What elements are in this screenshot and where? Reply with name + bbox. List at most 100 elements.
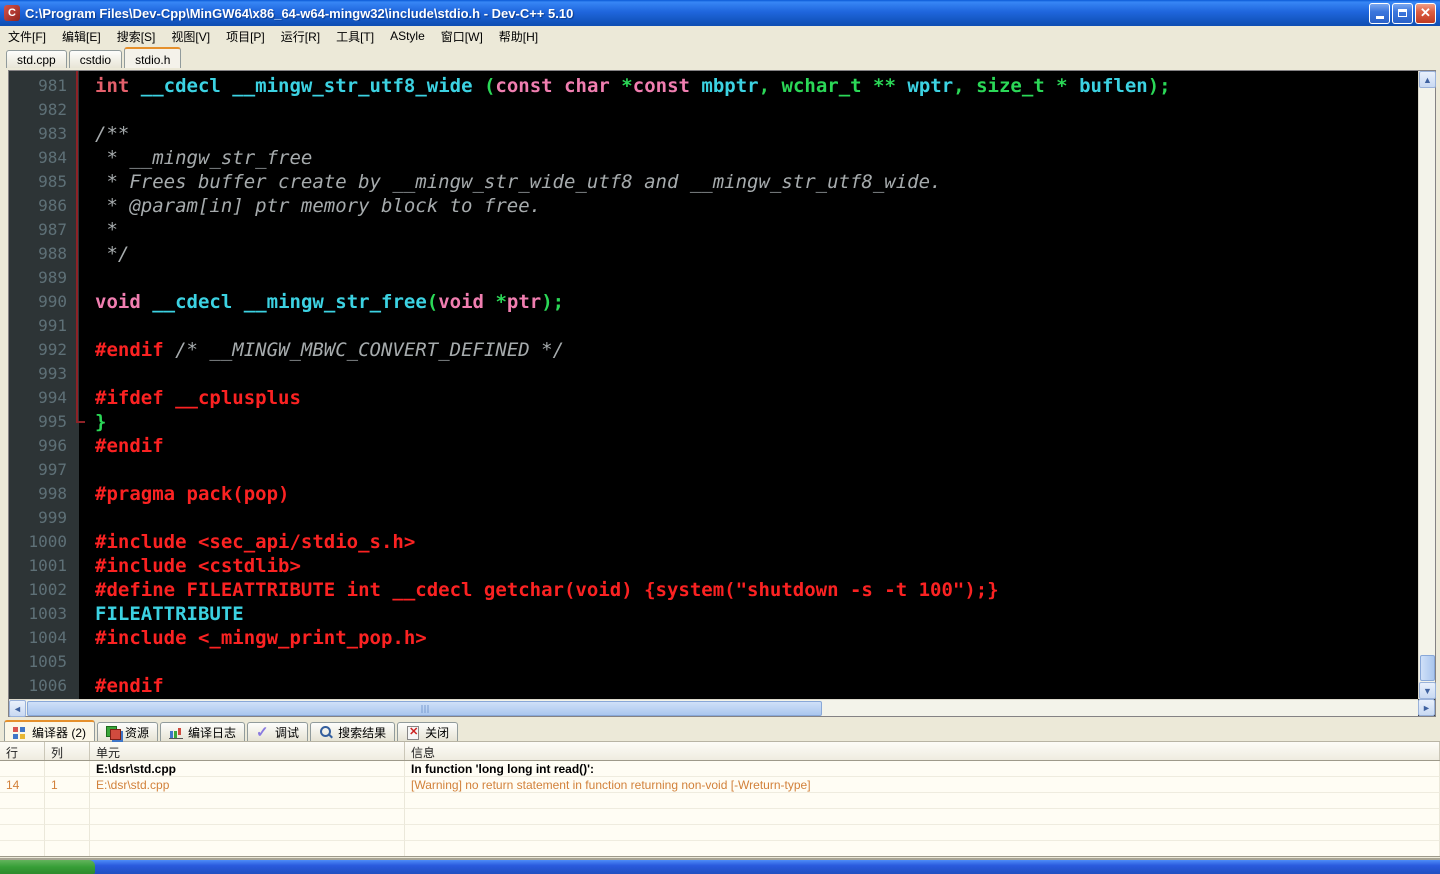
code-line[interactable]: 1003 FILEATTRIBUTE [9, 602, 1418, 626]
scroll-up-button[interactable]: ▲ [1419, 71, 1436, 88]
line-content [79, 650, 95, 674]
code-line[interactable]: 1000 #include <sec_api/stdio_s.h> [9, 530, 1418, 554]
menu-item[interactable]: 文件[F] [0, 26, 54, 47]
code-line[interactable]: 984 * __mingw_str_free [9, 146, 1418, 170]
line-content: void __cdecl __mingw_str_free(void *ptr)… [95, 291, 565, 313]
grid-cell: In function 'long long int read()': [405, 761, 1440, 777]
line-number: 1006 [28, 676, 67, 695]
file-tab-std.cpp[interactable]: std.cpp [6, 50, 67, 68]
code-line[interactable]: 998 #pragma pack(pop) [9, 482, 1418, 506]
code-line[interactable]: 993 [9, 362, 1418, 386]
grid-cell [90, 841, 405, 856]
menu-item[interactable]: 帮助[H] [491, 26, 546, 47]
code-line[interactable]: 1005 [9, 650, 1418, 674]
report-tab-compiler[interactable]: 编译器 (2) [4, 720, 96, 741]
line-content: #endif [95, 435, 164, 457]
close-button[interactable]: ✕ [1415, 2, 1436, 24]
table-row[interactable] [0, 825, 1440, 841]
scroll-down-button[interactable]: ▼ [1419, 682, 1436, 699]
grid-cell [0, 793, 45, 809]
table-row[interactable] [0, 809, 1440, 825]
line-content: int __cdecl __mingw_str_utf8_wide (const… [95, 75, 1171, 97]
code-line[interactable]: 985 * Frees buffer create by __mingw_str… [9, 170, 1418, 194]
scroll-left-button[interactable]: ◄ [9, 700, 26, 717]
report-tab-resources[interactable]: 资源 [97, 722, 159, 741]
app-icon: C [4, 5, 20, 21]
line-number: 989 [38, 268, 67, 287]
grid-header-cell[interactable]: 列 [45, 742, 90, 760]
grid-cell: 14 [0, 777, 45, 793]
code-line[interactable]: 996 #endif [9, 434, 1418, 458]
grid-header-cell[interactable]: 行 [0, 742, 45, 760]
line-content: * @param[in] ptr memory block to free. [95, 195, 542, 217]
grid-cell [90, 825, 405, 841]
code-line[interactable]: 986 * @param[in] ptr memory block to fre… [9, 194, 1418, 218]
report-tab-log[interactable]: 编译日志 [160, 722, 246, 741]
code-line[interactable]: 1006 #endif [9, 674, 1418, 698]
table-row[interactable]: E:\dsr\std.cpp In function 'long long int… [0, 761, 1440, 777]
menu-item[interactable]: 编辑[E] [54, 26, 109, 47]
windows-taskbar[interactable] [0, 860, 1440, 874]
line-content: #define FILEATTRIBUTE int __cdecl getcha… [95, 579, 999, 601]
grid-header-cell[interactable]: 单元 [90, 742, 405, 760]
grid-cell [0, 809, 45, 825]
grid-header-cell[interactable]: 信息 [405, 742, 1440, 760]
code-lines: 981 int __cdecl __mingw_str_utf8_wide (co… [9, 71, 1418, 698]
code-line[interactable]: 997 [9, 458, 1418, 482]
code-line[interactable]: 989 [9, 266, 1418, 290]
table-row[interactable] [0, 841, 1440, 856]
vertical-scroll-thumb[interactable] [1420, 655, 1435, 681]
code-line[interactable]: 982 [9, 98, 1418, 122]
code-line[interactable]: 983 /** [9, 122, 1418, 146]
line-number: 986 [38, 196, 67, 215]
grid-cell [90, 793, 405, 809]
code-line[interactable]: 992 #endif /* __MINGW_MBWC_CONVERT_DEFINE… [9, 338, 1418, 362]
scroll-right-button[interactable]: ► [1418, 699, 1435, 716]
code-line[interactable]: 999 [9, 506, 1418, 530]
menu-item[interactable]: 项目[P] [218, 26, 273, 47]
report-tab-search[interactable]: 搜索结果 [310, 722, 396, 741]
vertical-scrollbar[interactable]: ▲ ▼ [1418, 71, 1436, 699]
line-content [79, 506, 95, 530]
code-line[interactable]: 1002 #define FILEATTRIBUTE int __cdecl ge… [9, 578, 1418, 602]
code-line[interactable]: 1001 #include <cstdlib> [9, 554, 1418, 578]
menu-item[interactable]: AStyle [382, 27, 433, 45]
code-line[interactable]: 991 [9, 314, 1418, 338]
grid-cell: E:\dsr\std.cpp [90, 777, 405, 793]
code-line[interactable]: 987 * [9, 218, 1418, 242]
grid-cell [45, 825, 90, 841]
horizontal-scroll-thumb[interactable] [27, 701, 822, 716]
code-line[interactable]: 981 int __cdecl __mingw_str_utf8_wide (co… [9, 74, 1418, 98]
menu-item[interactable]: 工具[T] [328, 26, 382, 47]
line-content: #include <_mingw_print_pop.h> [95, 627, 427, 649]
start-button[interactable] [0, 860, 95, 874]
title-bar[interactable]: C C:\Program Files\Dev-Cpp\MinGW64\x86_6… [0, 0, 1440, 26]
line-number: 983 [38, 124, 67, 143]
file-tab-stdio.h[interactable]: stdio.h [124, 47, 182, 68]
menu-item[interactable]: 视图[V] [163, 26, 218, 47]
table-row[interactable] [0, 793, 1440, 809]
file-tab-cstdio[interactable]: cstdio [68, 50, 123, 68]
horizontal-scrollbar[interactable]: ◄ [9, 699, 1418, 717]
line-number: 985 [38, 172, 67, 191]
editor-box: 981 int __cdecl __mingw_str_utf8_wide (co… [8, 70, 1436, 717]
code-line[interactable]: 995} [9, 410, 1418, 434]
code-line[interactable]: 1004 #include <_mingw_print_pop.h> [9, 626, 1418, 650]
table-row[interactable]: 14 1 E:\dsr\std.cpp [Warning] no return sta… [0, 777, 1440, 793]
code-line[interactable]: 988 */ [9, 242, 1418, 266]
code-line[interactable]: 994 #ifdef __cplusplus [9, 386, 1418, 410]
menu-item[interactable]: 运行[R] [273, 26, 328, 47]
report-tab-closedoc[interactable]: 关闭 [397, 722, 459, 741]
minimize-button[interactable] [1369, 2, 1390, 24]
menu-item[interactable]: 窗口[W] [433, 26, 491, 47]
grid-cell [405, 809, 1440, 825]
report-tab-label: 编译日志 [188, 726, 237, 740]
code-line[interactable]: 990 void __cdecl __mingw_str_free(void *p… [9, 290, 1418, 314]
report-tab-debug[interactable]: 调试 [247, 722, 309, 741]
restore-button[interactable] [1392, 2, 1413, 24]
code-editor[interactable]: 981 int __cdecl __mingw_str_utf8_wide (co… [9, 71, 1418, 699]
line-content: #endif /* __MINGW_MBWC_CONVERT_DEFINED *… [95, 339, 565, 361]
line-content [79, 458, 95, 482]
debug-icon [256, 723, 270, 741]
menu-item[interactable]: 搜索[S] [109, 26, 164, 47]
